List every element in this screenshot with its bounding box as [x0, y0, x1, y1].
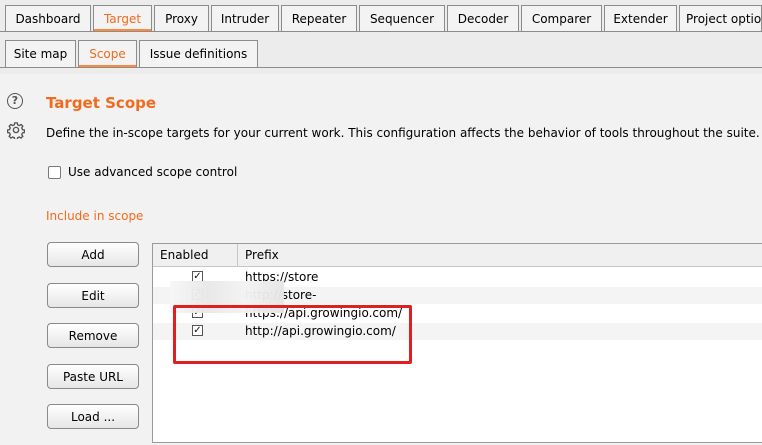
- tab-site-map[interactable]: Site map: [5, 40, 76, 67]
- tab-issue-definitions[interactable]: Issue definitions: [139, 40, 258, 67]
- include-in-scope-heading: Include in scope: [46, 209, 144, 223]
- scope-description: Define the in-scope targets for your cur…: [46, 126, 760, 140]
- gear-icon[interactable]: [7, 121, 25, 139]
- tab-project-options[interactable]: Project optio: [679, 5, 762, 31]
- tab-scope[interactable]: Scope: [78, 40, 137, 67]
- page-title: Target Scope: [46, 94, 157, 112]
- tab-sequencer[interactable]: Sequencer: [359, 5, 445, 31]
- main-tab-bar: Dashboard Target Proxy Intruder Repeater…: [0, 0, 762, 34]
- tab-comparer[interactable]: Comparer: [521, 5, 602, 31]
- tab-decoder[interactable]: Decoder: [447, 5, 519, 31]
- paste-url-button[interactable]: Paste URL: [47, 364, 139, 389]
- column-divider[interactable]: [237, 244, 238, 266]
- highlight-box: [173, 305, 412, 364]
- remove-button[interactable]: Remove: [47, 323, 139, 348]
- tab-proxy[interactable]: Proxy: [154, 5, 209, 31]
- tab-dashboard[interactable]: Dashboard: [5, 5, 91, 31]
- column-header-prefix[interactable]: Prefix: [245, 248, 279, 262]
- add-button[interactable]: Add: [47, 242, 139, 267]
- tab-repeater[interactable]: Repeater: [281, 5, 357, 31]
- sub-tab-bar: Site map Scope Issue definitions: [0, 34, 762, 74]
- advanced-scope-label[interactable]: Use advanced scope control: [68, 165, 237, 179]
- tab-target[interactable]: Target: [93, 5, 152, 31]
- table-header: Enabled Prefix: [153, 244, 762, 267]
- edit-button[interactable]: Edit: [47, 283, 139, 308]
- help-icon[interactable]: ?: [7, 93, 23, 109]
- tab-intruder[interactable]: Intruder: [211, 5, 279, 31]
- tab-bar-divider: [0, 31, 762, 32]
- sub-tab-divider: [0, 67, 762, 68]
- tab-extender[interactable]: Extender: [604, 5, 677, 31]
- load-button[interactable]: Load ...: [47, 404, 139, 429]
- column-header-enabled[interactable]: Enabled: [160, 248, 209, 262]
- scope-panel: ? Target Scope Define the in-scope targe…: [0, 74, 762, 445]
- advanced-scope-checkbox[interactable]: [48, 166, 61, 179]
